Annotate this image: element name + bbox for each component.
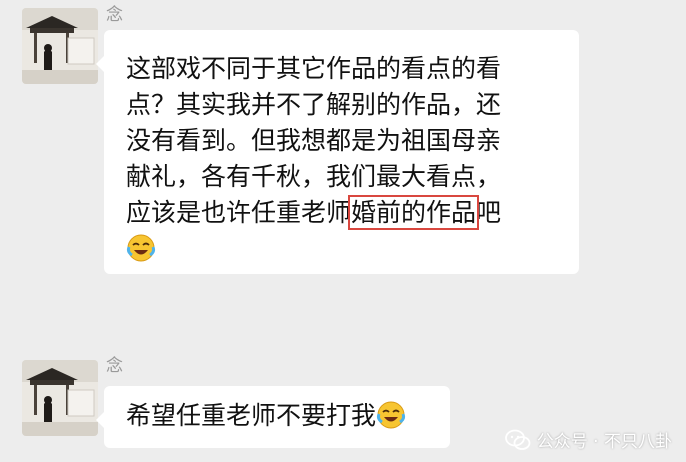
message-line: 献礼，各有千秋，我们最大看点， — [126, 162, 502, 191]
avatar-image — [22, 360, 98, 436]
highlighted-text: 婚前的作品 — [348, 195, 480, 230]
avatar[interactable] — [22, 8, 98, 84]
message-line — [126, 231, 561, 267]
message-line: 希望任重老师不要打我 — [126, 398, 434, 434]
avatar-image — [22, 8, 98, 84]
message-line: 这部戏不同于其它作品的看点的看 — [126, 54, 502, 83]
sender-name: 念 — [106, 5, 123, 25]
watermark-text: 公众号 · 不只八卦 — [536, 432, 672, 452]
message-line: 没有看到。但我想都是为祖国母亲 — [126, 126, 502, 155]
message-text: 应该是也许任重老师 — [126, 198, 352, 227]
wechat-official-account-icon — [504, 429, 531, 450]
message-text: 希望任重老师不要打我 — [126, 401, 377, 430]
laughing-crying-emoji-icon — [376, 401, 406, 429]
message-line: 点？其实我并不了解别的作品，还 — [126, 90, 502, 119]
sender-name: 念 — [106, 356, 123, 376]
message-text: 吧 — [476, 198, 502, 227]
message-bubble[interactable]: 希望任重老师不要打我 — [96, 386, 450, 448]
laughing-crying-emoji-icon — [126, 234, 156, 262]
watermark: 公众号 · 不只八卦 — [504, 427, 672, 452]
message-line: 应该是也许任重老师婚前的作品吧 — [126, 195, 561, 231]
message-bubble[interactable]: 这部戏不同于其它作品的看点的看 点？其实我并不了解别的作品，还 没有看到。但我想… — [96, 30, 579, 274]
avatar[interactable] — [22, 360, 98, 436]
